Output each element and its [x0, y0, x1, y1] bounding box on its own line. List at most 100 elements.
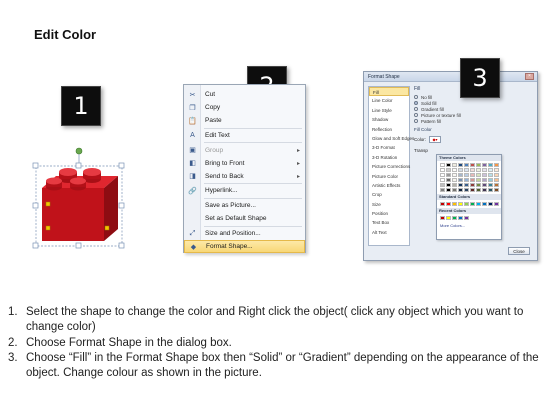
color-swatch[interactable] — [482, 168, 487, 172]
category-item[interactable]: Reflection — [369, 125, 409, 134]
color-swatch[interactable] — [476, 178, 481, 182]
color-swatch[interactable] — [494, 202, 499, 206]
color-swatch[interactable] — [494, 188, 499, 192]
color-swatch[interactable] — [446, 178, 451, 182]
color-swatch[interactable] — [482, 188, 487, 192]
category-item[interactable]: Shadow — [369, 115, 409, 124]
color-swatch[interactable] — [446, 183, 451, 187]
color-swatch[interactable] — [464, 202, 469, 206]
category-item[interactable]: Line Style — [369, 106, 409, 115]
color-swatch[interactable] — [464, 163, 469, 167]
menu-item-paste[interactable]: 📋 Paste — [184, 114, 305, 127]
category-item[interactable]: Position — [369, 209, 409, 218]
color-picker-button[interactable]: ◆▾ — [429, 135, 442, 143]
menu-item-hyperlink[interactable]: 🔗 Hyperlink... — [184, 184, 305, 197]
more-colors-link[interactable]: More Colors... — [437, 223, 501, 228]
radio-button[interactable] — [414, 119, 418, 123]
category-item[interactable]: Crop — [369, 190, 409, 199]
color-swatch[interactable] — [446, 216, 451, 220]
color-swatch[interactable] — [446, 202, 451, 206]
color-swatch[interactable] — [470, 168, 475, 172]
color-swatch[interactable] — [476, 202, 481, 206]
color-swatch[interactable] — [470, 188, 475, 192]
color-swatch[interactable] — [488, 202, 493, 206]
menu-item-size-and-position[interactable]: ⤢ Size and Position... — [184, 227, 305, 240]
color-swatch[interactable] — [482, 202, 487, 206]
color-swatch[interactable] — [446, 163, 451, 167]
color-swatch[interactable] — [440, 178, 445, 182]
category-item[interactable]: Artistic Effects — [369, 181, 409, 190]
color-swatch[interactable] — [440, 216, 445, 220]
color-swatch[interactable] — [458, 178, 463, 182]
color-swatch[interactable] — [476, 183, 481, 187]
radio-button[interactable] — [414, 95, 418, 99]
fill-option[interactable]: Pattern fill — [414, 118, 534, 124]
color-swatch[interactable] — [440, 188, 445, 192]
rotation-handle[interactable] — [75, 147, 83, 155]
color-swatch[interactable] — [482, 173, 487, 177]
category-item[interactable]: Glow and Soft Edges — [369, 134, 414, 143]
color-swatch[interactable] — [494, 178, 499, 182]
color-swatch[interactable] — [452, 202, 457, 206]
color-swatch[interactable] — [470, 163, 475, 167]
color-swatch[interactable] — [458, 163, 463, 167]
color-swatch[interactable] — [452, 183, 457, 187]
close-button[interactable]: Close — [508, 247, 530, 255]
menu-item-save-as-picture[interactable]: Save as Picture... — [184, 199, 305, 212]
menu-item-bring-to-front[interactable]: ◧ Bring to Front ▸ — [184, 157, 305, 170]
color-swatch[interactable] — [446, 188, 451, 192]
color-swatch[interactable] — [458, 168, 463, 172]
menu-item-set-as-default-shape[interactable]: Set as Default Shape — [184, 212, 305, 225]
color-swatch[interactable] — [440, 173, 445, 177]
category-item[interactable]: Alt Text — [369, 228, 409, 237]
color-swatch[interactable] — [494, 173, 499, 177]
color-swatch[interactable] — [452, 188, 457, 192]
color-swatch[interactable] — [464, 183, 469, 187]
color-swatch[interactable] — [488, 183, 493, 187]
color-swatch[interactable] — [488, 168, 493, 172]
lego-brick-shape[interactable] — [30, 145, 126, 253]
menu-item-cut[interactable]: ✂ Cut — [184, 88, 305, 101]
color-swatch[interactable] — [440, 168, 445, 172]
color-swatch[interactable] — [476, 188, 481, 192]
radio-button[interactable] — [414, 113, 418, 117]
color-swatch[interactable] — [452, 216, 457, 220]
close-icon[interactable]: × — [525, 73, 534, 80]
menu-item-group[interactable]: ▣ Group ▸ — [184, 144, 305, 157]
menu-item-send-to-back[interactable]: ◨ Send to Back ▸ — [184, 170, 305, 183]
color-swatch[interactable] — [464, 178, 469, 182]
color-swatch[interactable] — [464, 168, 469, 172]
color-swatch[interactable] — [440, 163, 445, 167]
color-swatch[interactable] — [464, 188, 469, 192]
color-swatch[interactable] — [452, 178, 457, 182]
color-swatch[interactable] — [482, 178, 487, 182]
color-swatch[interactable] — [488, 178, 493, 182]
color-swatch[interactable] — [470, 173, 475, 177]
color-swatch[interactable] — [470, 183, 475, 187]
color-swatch[interactable] — [464, 216, 469, 220]
category-item[interactable]: 3-D Format — [369, 143, 409, 152]
color-swatch[interactable] — [470, 178, 475, 182]
color-swatch[interactable] — [476, 163, 481, 167]
color-swatch[interactable] — [446, 168, 451, 172]
color-swatch[interactable] — [488, 173, 493, 177]
color-swatch[interactable] — [476, 173, 481, 177]
color-swatch[interactable] — [458, 183, 463, 187]
category-item[interactable]: Line Color — [369, 96, 409, 105]
category-item[interactable]: Picture Color — [369, 172, 409, 181]
color-swatch[interactable] — [494, 163, 499, 167]
menu-item-edit-text[interactable]: A Edit Text — [184, 129, 305, 142]
radio-button[interactable] — [414, 101, 418, 105]
color-swatch[interactable] — [488, 163, 493, 167]
color-swatch[interactable] — [488, 188, 493, 192]
color-swatch[interactable] — [464, 173, 469, 177]
category-item[interactable]: Size — [369, 200, 409, 209]
color-swatch[interactable] — [452, 168, 457, 172]
color-swatch[interactable] — [494, 183, 499, 187]
color-swatch[interactable] — [494, 168, 499, 172]
radio-button[interactable] — [414, 107, 418, 111]
color-swatch[interactable] — [470, 202, 475, 206]
color-swatch[interactable] — [458, 188, 463, 192]
category-item[interactable]: Text Box — [369, 218, 409, 227]
color-swatch[interactable] — [482, 163, 487, 167]
